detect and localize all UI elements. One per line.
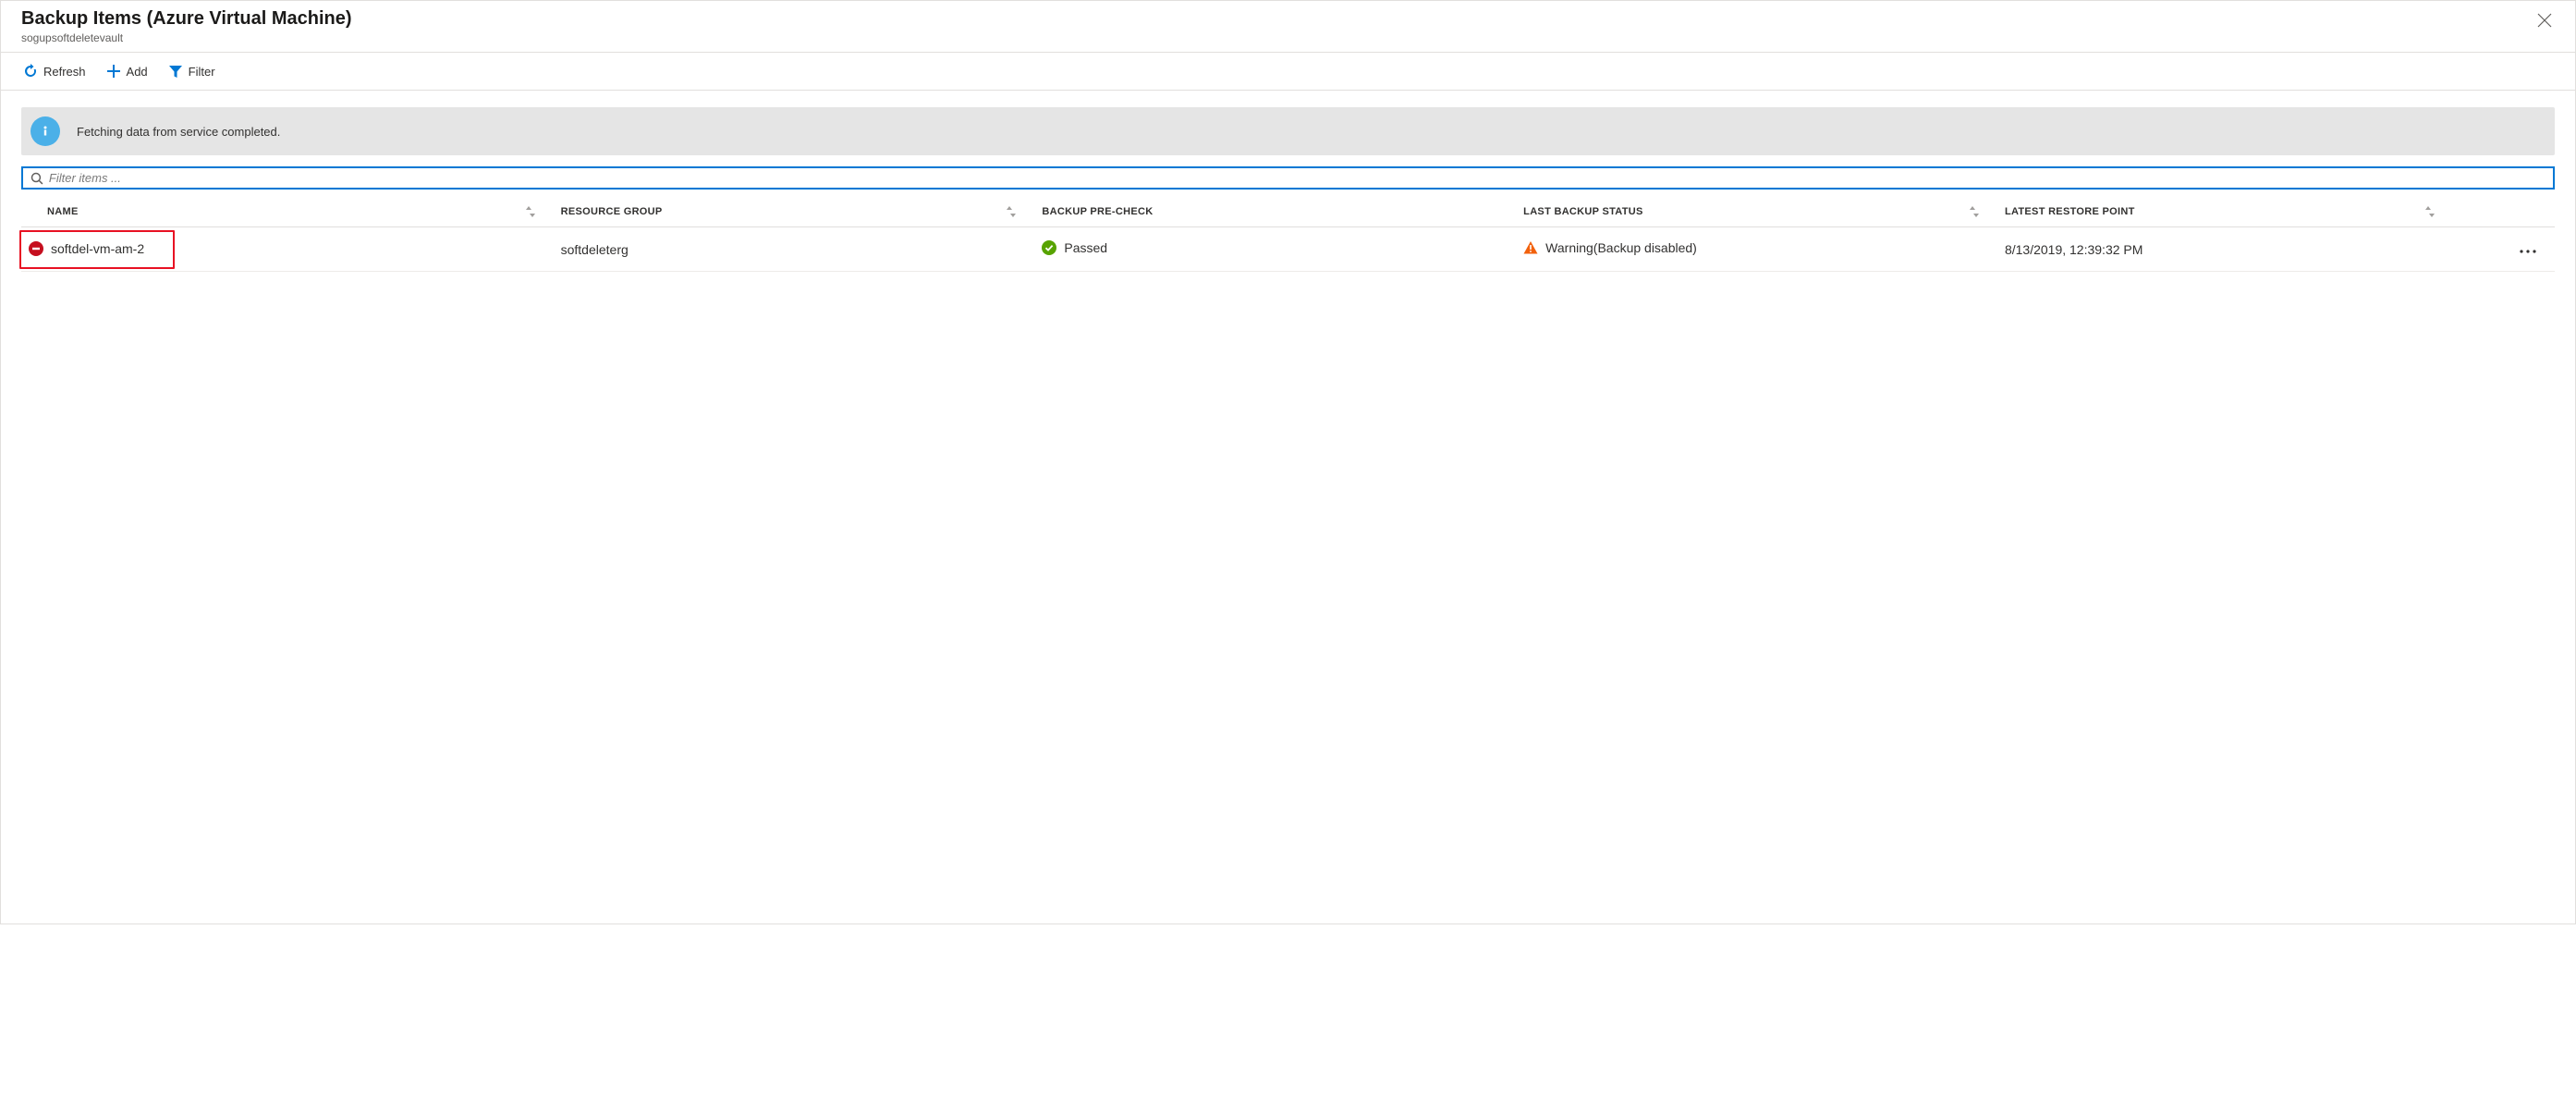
row-more-button[interactable]	[2516, 239, 2540, 260]
warning-icon	[1523, 240, 1538, 255]
cell-last-status: Warning(Backup disabled)	[1545, 240, 1697, 255]
table-row[interactable]: softdel-vm-am-2 softdeleterg Passed	[21, 227, 2555, 272]
col-header-precheck-label: Backup Pre-Check	[1042, 206, 1153, 217]
more-icon	[2520, 250, 2536, 253]
add-label: Add	[127, 65, 148, 79]
stop-icon	[29, 241, 43, 256]
filter-items-input[interactable]	[49, 171, 2545, 185]
filter-items-wrap[interactable]	[21, 166, 2555, 190]
info-icon	[31, 116, 60, 146]
plus-icon	[106, 64, 121, 79]
col-header-precheck[interactable]: Backup Pre-Check	[1034, 197, 1516, 227]
col-header-actions	[2453, 197, 2555, 227]
sort-icon	[2425, 206, 2435, 217]
info-text: Fetching data from service completed.	[77, 125, 280, 139]
info-banner: Fetching data from service completed.	[21, 107, 2555, 155]
vault-name: sogupsoftdeletevault	[21, 31, 352, 44]
col-header-last-status[interactable]: Last Backup Status	[1516, 197, 1997, 227]
page-title: Backup Items (Azure Virtual Machine)	[21, 8, 352, 30]
sort-icon	[1970, 206, 1979, 217]
refresh-label: Refresh	[43, 65, 86, 79]
col-header-name[interactable]: Name	[21, 197, 554, 227]
item-name: softdel-vm-am-2	[51, 241, 144, 256]
filter-icon	[168, 64, 183, 79]
sort-icon	[1007, 206, 1016, 217]
col-header-restore-label: Latest Restore Point	[2005, 206, 2135, 217]
cell-resource-group: softdeleterg	[554, 227, 1035, 272]
col-header-name-label: Name	[47, 206, 79, 217]
col-header-status-label: Last Backup Status	[1523, 206, 1642, 217]
col-header-resource-group[interactable]: Resource Group	[554, 197, 1035, 227]
check-icon	[1042, 240, 1056, 255]
add-button[interactable]: Add	[104, 60, 150, 82]
filter-button[interactable]: Filter	[166, 60, 217, 82]
cell-precheck: Passed	[1064, 240, 1107, 255]
cell-latest-restore: 8/13/2019, 12:39:32 PM	[1997, 227, 2453, 272]
filter-label: Filter	[189, 65, 215, 79]
sort-icon	[526, 206, 535, 217]
col-header-rg-label: Resource Group	[561, 206, 663, 217]
close-button[interactable]	[2533, 8, 2557, 32]
col-header-latest-restore[interactable]: Latest Restore Point	[1997, 197, 2453, 227]
close-icon	[2536, 12, 2553, 29]
refresh-button[interactable]: Refresh	[21, 60, 88, 82]
refresh-icon	[23, 64, 38, 79]
search-icon	[31, 172, 43, 185]
